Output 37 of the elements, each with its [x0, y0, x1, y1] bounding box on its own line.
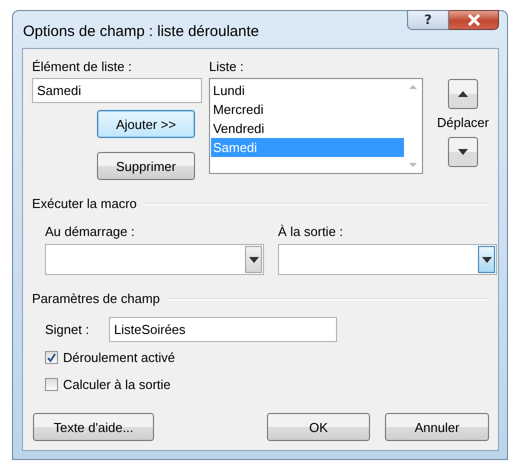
- close-icon: [466, 14, 480, 26]
- ok-button[interactable]: OK: [267, 413, 370, 441]
- scroll-down-icon: [409, 163, 418, 167]
- dropdown-button[interactable]: [478, 246, 495, 273]
- list-item[interactable]: Lundi: [210, 81, 404, 100]
- list-item-label: Élément de liste :: [32, 59, 133, 75]
- add-button[interactable]: Ajouter >>: [97, 110, 195, 138]
- cancel-button[interactable]: Annuler: [385, 413, 489, 441]
- checkbox[interactable]: [45, 378, 58, 391]
- section-title: Exécuter la macro: [32, 196, 137, 212]
- checkbox[interactable]: [45, 351, 58, 364]
- close-button[interactable]: [449, 10, 499, 30]
- list-item[interactable]: Vendredi: [210, 119, 404, 138]
- window-title: Options de champ : liste déroulante: [23, 23, 259, 40]
- list-label: Liste :: [208, 59, 245, 75]
- checkbox-label: Calculer à la sortie: [63, 376, 171, 392]
- down-arrow-icon: [458, 149, 468, 155]
- list-item-field[interactable]: Samedi: [32, 78, 202, 103]
- checkbox-label: Déroulement activé: [63, 350, 175, 366]
- help-button[interactable]: ?: [407, 10, 449, 30]
- combo-label: Au démarrage :: [45, 224, 136, 240]
- caret-icon: [482, 256, 492, 262]
- bookmark-field[interactable]: ListeSoirées: [109, 317, 337, 342]
- combo-label: À la sortie :: [278, 224, 344, 240]
- dropdown-button[interactable]: [245, 246, 262, 273]
- scroll-up-icon: [409, 85, 418, 89]
- list-item[interactable]: Mercredi: [210, 100, 404, 119]
- section-title: Paramètres de champ: [32, 291, 160, 307]
- move-label: Déplacer: [436, 115, 489, 131]
- move-down-button[interactable]: [448, 137, 478, 167]
- remove-button[interactable]: Supprimer: [97, 152, 195, 180]
- help-text-button[interactable]: Texte d'aide...: [33, 413, 154, 441]
- caret-icon: [248, 256, 258, 262]
- list-box[interactable]: Lundi Mercredi Vendredi Samedi: [208, 78, 423, 174]
- up-arrow-icon: [458, 91, 468, 97]
- move-up-button[interactable]: [448, 79, 478, 109]
- bookmark-label: Signet :: [45, 322, 90, 338]
